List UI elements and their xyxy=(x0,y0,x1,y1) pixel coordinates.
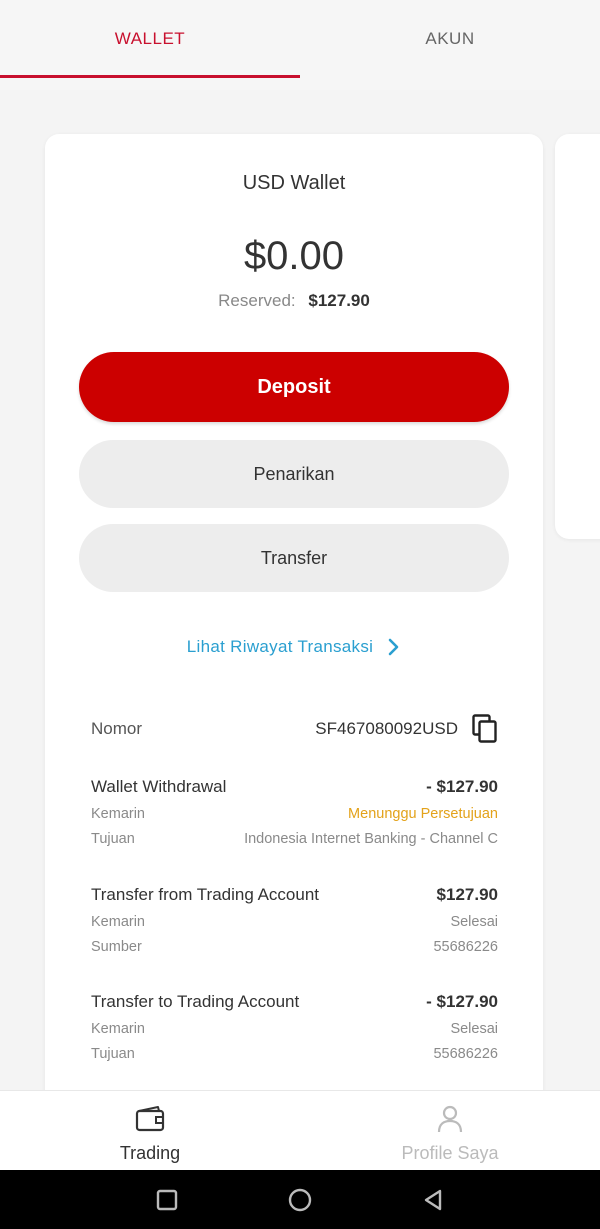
system-navigation-bar xyxy=(0,1170,600,1229)
transaction-detail-value: 55686226 xyxy=(433,1046,498,1062)
nav-profile[interactable]: Profile Saya xyxy=(300,1091,600,1171)
wallet-balance: $0.00 xyxy=(243,234,345,278)
transaction-amount: - $127.90 xyxy=(426,777,498,796)
transaction-title: Wallet Withdrawal xyxy=(91,777,227,796)
transfer-button[interactable]: Transfer xyxy=(79,524,509,592)
transaction-detail-row: Sumber 55686226 xyxy=(91,937,498,957)
wallet-icon xyxy=(135,1106,165,1132)
transaction-date: Kemarin xyxy=(91,806,145,822)
back-triangle-icon[interactable] xyxy=(420,1187,446,1213)
transaction-status-row: Kemarin Selesai xyxy=(91,912,498,932)
transaction-title-row[interactable]: Transfer to Trading Account - $127.90 xyxy=(91,990,498,1014)
circle-icon[interactable] xyxy=(287,1187,313,1213)
wallet-card: USD Wallet $0.00 Reserved: $127.90 Depos… xyxy=(45,134,543,1134)
reserved-value: $127.90 xyxy=(308,291,370,310)
transaction-detail-row: Tujuan Indonesia Internet Banking - Chan… xyxy=(91,829,498,849)
top-tab-bar: WALLET AKUN xyxy=(0,0,600,90)
transaction-title-row[interactable]: Wallet Withdrawal - $127.90 xyxy=(91,775,498,799)
account-number-row: Nomor SF467080092USD xyxy=(91,712,498,746)
transaction-amount: - $127.90 xyxy=(426,992,498,1011)
transaction-date: Kemarin xyxy=(91,1021,145,1037)
nav-trading-label: Trading xyxy=(119,1143,181,1163)
transaction-status: Selesai xyxy=(450,914,498,930)
bottom-navigation: Trading Profile Saya xyxy=(0,1090,600,1170)
transaction-status: Selesai xyxy=(450,1021,498,1037)
account-number-label: Nomor xyxy=(91,719,143,738)
transaction-detail-value: Indonesia Internet Banking - Channel C xyxy=(244,831,498,847)
account-number-value: SF467080092USD xyxy=(315,719,458,738)
user-icon xyxy=(437,1105,463,1133)
reserved-amount: Reserved: $127.90 xyxy=(45,291,543,311)
withdraw-button[interactable]: Penarikan xyxy=(79,440,509,508)
transaction-detail-value: 55686226 xyxy=(433,939,498,955)
square-icon[interactable] xyxy=(154,1187,180,1213)
transaction-status-row: Kemarin Menunggu Persetujuan xyxy=(91,804,498,824)
transaction-status: Menunggu Persetujuan xyxy=(348,806,498,822)
chevron-right-icon xyxy=(388,638,399,656)
tab-wallet[interactable]: WALLET xyxy=(0,0,300,78)
transaction-detail-label: Sumber xyxy=(91,939,142,955)
transaction-detail-row: Tujuan 55686226 xyxy=(91,1044,498,1064)
transaction-detail-label: Tujuan xyxy=(91,831,135,847)
nav-trading[interactable]: Trading xyxy=(0,1091,300,1171)
copy-icon[interactable] xyxy=(472,714,498,744)
tab-akun[interactable]: AKUN xyxy=(300,0,600,78)
transaction-date: Kemarin xyxy=(91,914,145,930)
transaction-detail-label: Tujuan xyxy=(91,1046,135,1062)
next-wallet-card-peek[interactable] xyxy=(555,134,600,539)
transaction-title: Transfer to Trading Account xyxy=(91,992,300,1011)
nav-profile-label: Profile Saya xyxy=(401,1143,499,1163)
reserved-label: Reserved: xyxy=(218,291,296,310)
transaction-history-link[interactable]: Lihat Riwayat Transaksi xyxy=(45,634,543,660)
transaction-history-label: Lihat Riwayat Transaksi xyxy=(186,637,374,656)
transaction-amount: $127.90 xyxy=(436,885,498,904)
transaction-title: Transfer from Trading Account xyxy=(91,885,320,904)
transaction-status-row: Kemarin Selesai xyxy=(91,1019,498,1039)
wallet-title: USD Wallet xyxy=(242,172,346,194)
deposit-button[interactable]: Deposit xyxy=(79,352,509,422)
transaction-title-row[interactable]: Transfer from Trading Account $127.90 xyxy=(91,883,498,907)
